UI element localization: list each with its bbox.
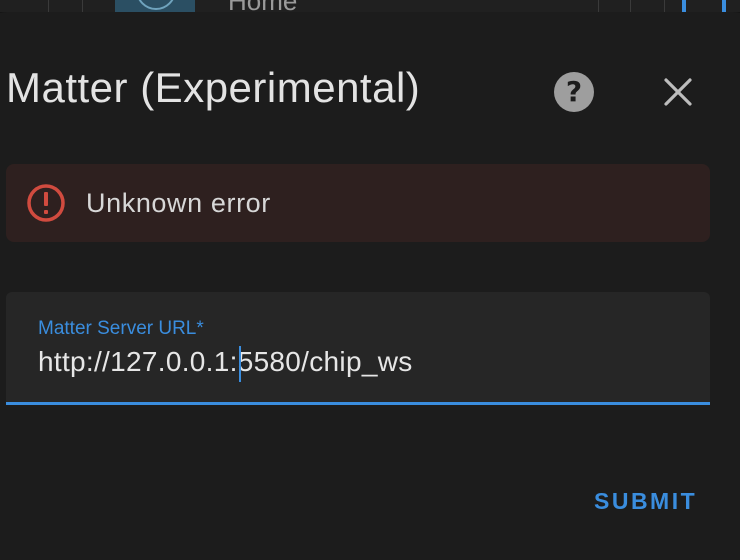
background-accent: [682, 0, 686, 12]
matter-server-url-label: Matter Server URL*: [38, 318, 204, 339]
error-message: Unknown error: [86, 188, 271, 218]
background-accent: [722, 0, 726, 12]
close-icon: [664, 78, 692, 106]
background-divider: [630, 0, 631, 12]
background-header: [0, 0, 740, 12]
text-caret: [239, 346, 241, 382]
help-circle-icon: ?: [565, 75, 583, 108]
background-page: Home Matter (Experimental) ? Unknown err…: [0, 0, 740, 560]
close-button[interactable]: [654, 74, 702, 114]
background-divider: [82, 0, 83, 12]
matter-server-url-input[interactable]: [38, 346, 678, 378]
matter-config-dialog: Matter (Experimental) ? Unknown error Ma…: [0, 12, 740, 560]
error-alert: Unknown error: [6, 164, 710, 242]
dialog-title: Matter (Experimental): [6, 64, 421, 111]
alert-circle-outline-icon: [27, 184, 65, 222]
background-divider: [48, 0, 49, 12]
submit-button[interactable]: SUBMIT: [594, 488, 697, 515]
background-divider: [598, 0, 599, 12]
matter-server-url-field[interactable]: Matter Server URL*: [6, 292, 710, 405]
background-divider: [664, 0, 665, 12]
help-button[interactable]: ?: [554, 72, 594, 112]
